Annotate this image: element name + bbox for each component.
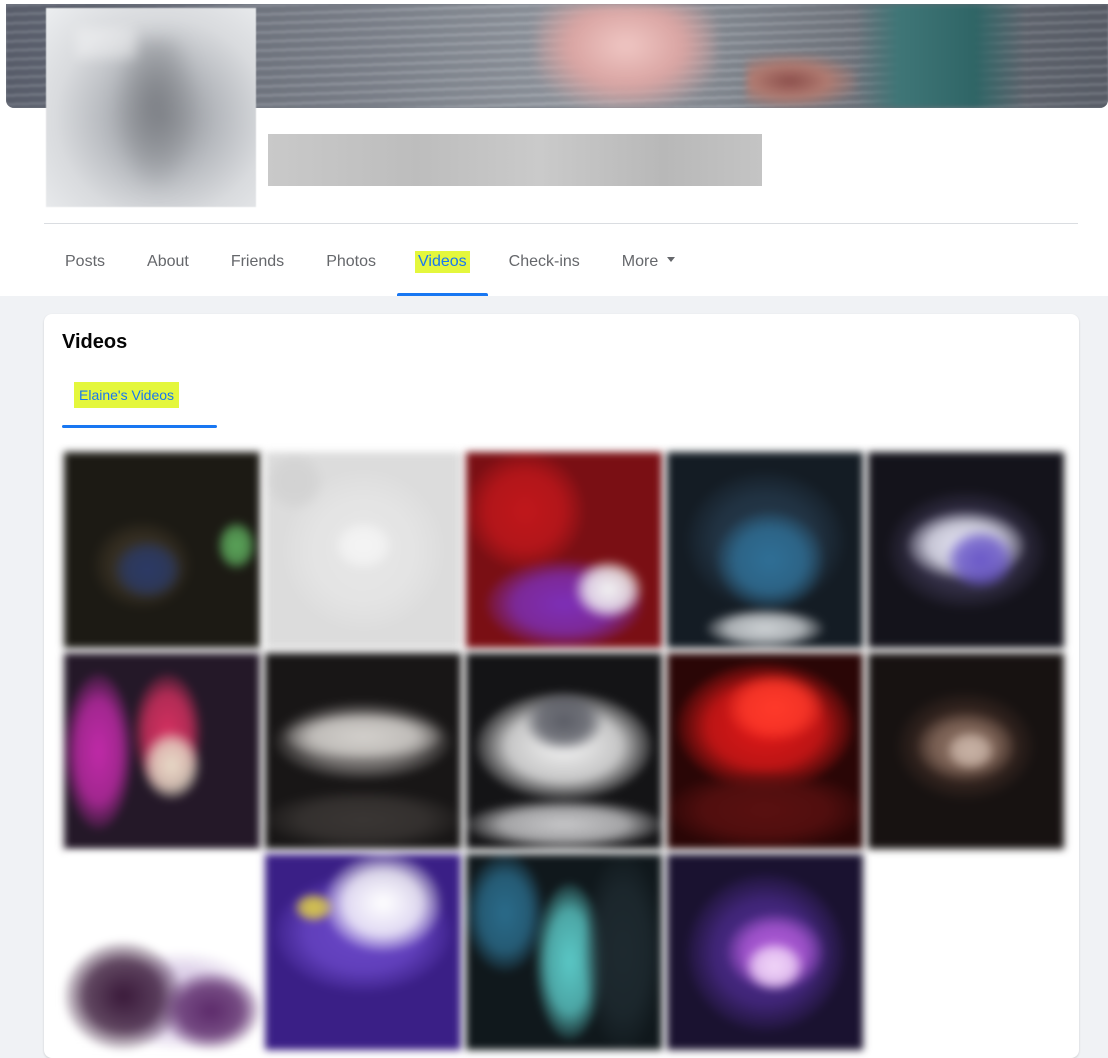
thumbnail-color-region bbox=[285, 712, 442, 761]
video-thumbnail[interactable] bbox=[265, 653, 461, 849]
tab-check-ins[interactable]: Check-ins bbox=[488, 240, 601, 296]
thumbnail-color-region bbox=[466, 800, 662, 849]
section-title: Videos bbox=[62, 331, 128, 353]
thumbnail-color-region bbox=[466, 854, 544, 972]
tab-label: Photos bbox=[326, 253, 376, 270]
thumbnail-color-region bbox=[334, 521, 393, 570]
profile-name-redacted bbox=[268, 134, 762, 186]
video-grid bbox=[48, 438, 1067, 1050]
thumbnail-color-region bbox=[466, 452, 584, 570]
thumbnail-color-region bbox=[142, 731, 201, 800]
video-thumbnail[interactable] bbox=[667, 653, 863, 849]
thumbnail-color-region bbox=[294, 893, 333, 922]
profile-tabs: Posts About Friends Photos Videos Check-… bbox=[44, 240, 693, 296]
thumbnail-color-region bbox=[716, 511, 824, 609]
tab-videos[interactable]: Videos bbox=[397, 240, 488, 296]
video-thumbnail[interactable] bbox=[64, 653, 260, 849]
tab-label: More bbox=[621, 253, 659, 270]
thumbnail-color-region bbox=[667, 771, 863, 849]
video-thumbnail[interactable] bbox=[466, 452, 662, 648]
tab-label: About bbox=[147, 253, 189, 270]
thumbnail-color-region bbox=[265, 452, 324, 511]
videos-card: Videos Elaine's Videos bbox=[44, 314, 1079, 1058]
video-thumbnail[interactable] bbox=[466, 653, 662, 849]
tab-friends[interactable]: Friends bbox=[210, 240, 305, 296]
tab-photos[interactable]: Photos bbox=[305, 240, 397, 296]
tab-posts[interactable]: Posts bbox=[44, 240, 126, 296]
thumbnail-color-region bbox=[162, 972, 260, 1050]
tab-more[interactable]: More bbox=[601, 240, 693, 296]
thumbnail-color-region bbox=[113, 540, 182, 599]
subtab-elaines-videos[interactable]: Elaine's Videos bbox=[62, 378, 217, 428]
video-thumbnail[interactable] bbox=[64, 854, 260, 1050]
subtab-label: Elaine's Videos bbox=[74, 382, 180, 408]
thumbnail-color-region bbox=[706, 609, 824, 648]
cover-photo-detail bbox=[746, 54, 856, 108]
thumbnail-color-region bbox=[324, 854, 442, 952]
cover-photo-figure bbox=[856, 4, 1026, 108]
video-thumbnail[interactable] bbox=[265, 854, 461, 1050]
tab-label: Check-ins bbox=[508, 253, 580, 270]
thumbnail-color-region bbox=[946, 530, 1015, 589]
thumbnail-color-region bbox=[946, 731, 995, 770]
thumbnail-color-region bbox=[584, 854, 662, 1050]
thumbnail-color-region bbox=[745, 942, 804, 991]
video-thumbnail[interactable] bbox=[868, 653, 1064, 849]
cover-photo-figure bbox=[536, 4, 716, 108]
profile-picture[interactable] bbox=[46, 8, 256, 207]
profile-header: Posts About Friends Photos Videos Check-… bbox=[0, 0, 1108, 296]
tab-about[interactable]: About bbox=[126, 240, 210, 296]
video-thumbnail[interactable] bbox=[667, 452, 863, 648]
video-thumbnail[interactable] bbox=[667, 854, 863, 1050]
caret-down-icon bbox=[667, 257, 676, 263]
video-thumbnail[interactable] bbox=[265, 452, 461, 648]
thumbnail-color-region bbox=[64, 673, 133, 830]
thumbnail-color-region bbox=[574, 560, 643, 619]
thumbnail-color-region bbox=[265, 790, 461, 849]
video-thumbnail[interactable] bbox=[868, 452, 1064, 648]
video-thumbnail[interactable] bbox=[64, 452, 260, 648]
thumbnail-color-region bbox=[726, 673, 824, 742]
thumbnail-color-region bbox=[525, 692, 603, 751]
tab-label: Posts bbox=[65, 253, 106, 270]
tab-label: Friends bbox=[230, 253, 285, 270]
video-thumbnail[interactable] bbox=[466, 854, 662, 1050]
header-divider bbox=[44, 223, 1078, 224]
tab-label: Videos bbox=[415, 251, 470, 273]
thumbnail-color-region bbox=[217, 521, 256, 570]
